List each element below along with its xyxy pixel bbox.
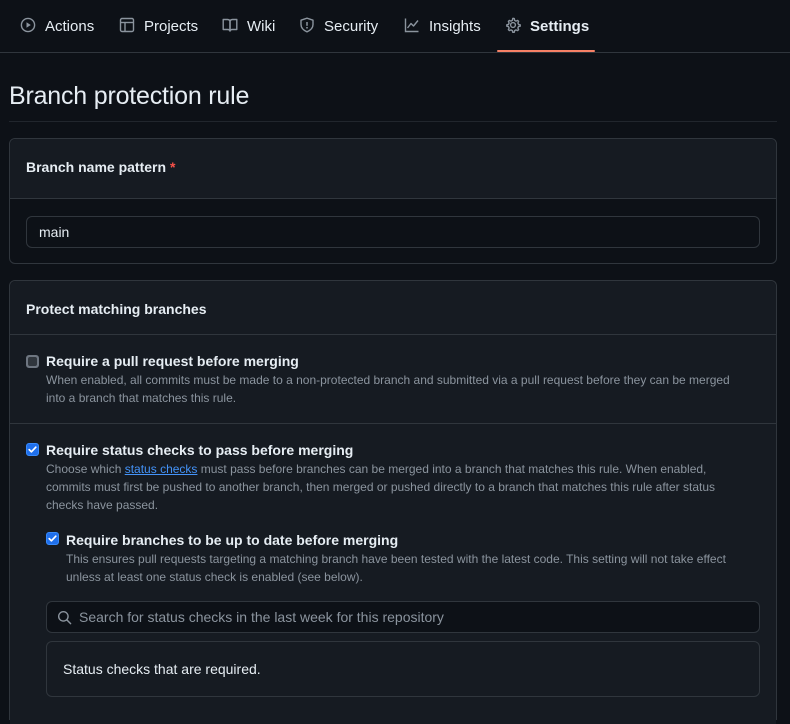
protect-branches-title: Protect matching branches (26, 301, 207, 317)
pull-request-checkbox[interactable] (26, 355, 39, 368)
option-title: Require a pull request before merging (46, 353, 299, 369)
required-checks-text: Status checks that are required. (63, 661, 261, 677)
branch-pattern-label: Branch name pattern * (26, 159, 176, 175)
tab-label: Insights (429, 18, 481, 35)
shield-icon (299, 17, 324, 37)
tab-label: Settings (530, 18, 590, 35)
branch-pattern-box: Branch name pattern * (9, 138, 777, 264)
tab-projects[interactable]: Projects (119, 0, 198, 53)
protect-branches-box: Protect matching branches Require a pull… (9, 280, 777, 724)
status-checks-link[interactable]: status checks (125, 462, 198, 476)
option-pull-request: Require a pull request before merging Wh… (10, 335, 776, 423)
tab-label: Projects (144, 18, 199, 35)
tab-insights[interactable]: Insights (404, 0, 481, 53)
search-icon (57, 610, 72, 630)
option-title: Require status checks to pass before mer… (46, 442, 354, 458)
protect-branches-header: Protect matching branches (10, 281, 776, 335)
tab-actions[interactable]: Actions (20, 0, 94, 53)
required-checks-panel: Status checks that are required. (46, 641, 760, 697)
sub-option-title: Require branches to be up to date before… (66, 532, 399, 548)
up-to-date-checkbox[interactable] (46, 532, 59, 545)
option-status-checks: Require status checks to pass before mer… (10, 424, 776, 724)
option-description: Choose which status checks must pass bef… (46, 460, 754, 514)
description-text: Choose which (46, 462, 125, 476)
page-title: Branch protection rule (9, 82, 250, 110)
book-icon (222, 17, 247, 37)
tab-label: Wiki (247, 18, 276, 35)
repo-nav: Actions Projects Wiki Security Insights … (0, 0, 790, 53)
branch-pattern-header: Branch name pattern * (10, 139, 776, 199)
tab-label: Security (324, 18, 379, 35)
tab-settings[interactable]: Settings (505, 0, 589, 53)
status-check-search-input[interactable] (79, 602, 749, 632)
table-icon (119, 17, 144, 37)
tab-wiki[interactable]: Wiki (222, 0, 275, 53)
selected-tab-indicator (497, 50, 595, 52)
sub-option-description: This ensures pull requests targeting a m… (66, 552, 726, 584)
branch-pattern-input[interactable] (26, 216, 760, 248)
tab-security[interactable]: Security (299, 0, 378, 53)
tab-label: Actions (45, 18, 95, 35)
option-description: When enabled, all commits must be made t… (46, 373, 730, 405)
play-icon (20, 17, 45, 37)
gear-icon (505, 17, 530, 37)
required-marker: * (170, 159, 176, 175)
branch-pattern-label-text: Branch name pattern (26, 159, 167, 175)
status-checks-checkbox[interactable] (26, 443, 39, 456)
title-divider (9, 121, 777, 122)
status-check-search[interactable] (46, 601, 760, 633)
graph-icon (404, 17, 429, 37)
